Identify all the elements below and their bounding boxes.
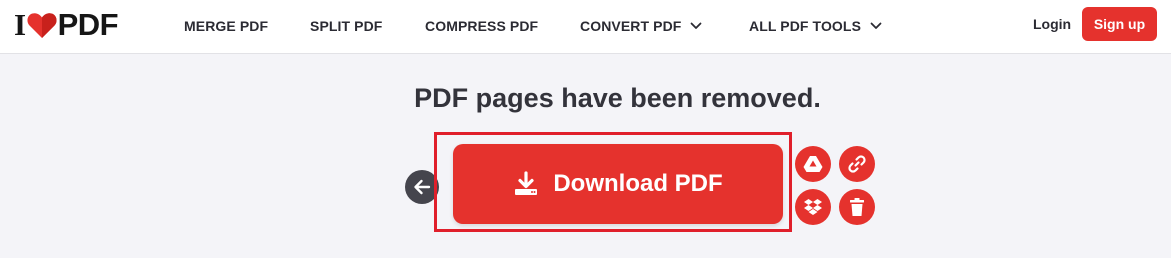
logo-letter-i: I — [14, 7, 26, 42]
heart-icon — [27, 13, 57, 38]
nav-merge-pdf[interactable]: MERGE PDF — [184, 16, 268, 36]
chevron-down-icon — [691, 22, 702, 29]
result-headline: PDF pages have been removed. — [414, 83, 821, 113]
nav-label: SPLIT PDF — [310, 18, 383, 34]
nav-label: MERGE PDF — [184, 18, 269, 34]
nav-split-pdf[interactable]: SPLIT PDF — [310, 16, 382, 36]
nav-compress-pdf[interactable]: COMPRESS PDF — [425, 16, 538, 36]
delete-file-button[interactable] — [839, 189, 875, 225]
google-drive-icon — [803, 156, 823, 172]
chevron-down-icon — [870, 22, 882, 29]
download-label: Download PDF — [553, 170, 723, 197]
nav-convert-pdf[interactable]: CONVERT PDF — [580, 16, 702, 36]
download-pdf-button[interactable]: Download PDF — [453, 144, 783, 224]
trash-icon — [850, 198, 864, 216]
nav-label: ALL PDF TOOLS — [749, 18, 862, 34]
nav-label: COMPRESS PDF — [425, 18, 539, 34]
ilovepdf-logo[interactable]: I PDF — [14, 7, 119, 42]
link-icon — [848, 155, 866, 173]
nav-all-pdf-tools[interactable]: ALL PDF TOOLS — [749, 16, 882, 36]
download-icon — [515, 171, 538, 195]
top-navbar: I PDF MERGE PDF SPLIT PDF COMPRESS PDF C… — [0, 0, 1171, 54]
share-link-button[interactable] — [839, 146, 875, 182]
signup-button[interactable]: Sign up — [1082, 7, 1157, 41]
nav-label: CONVERT PDF — [580, 18, 682, 34]
logo-word-pdf: PDF — [57, 7, 119, 42]
save-to-google-drive-button[interactable] — [795, 146, 831, 182]
login-link[interactable]: Login — [1033, 16, 1071, 32]
arrow-left-icon — [414, 179, 431, 195]
save-to-dropbox-button[interactable] — [795, 189, 831, 225]
dropbox-icon — [804, 199, 822, 215]
